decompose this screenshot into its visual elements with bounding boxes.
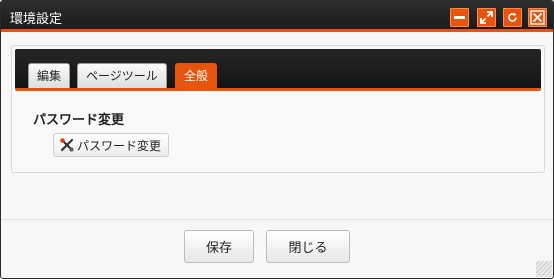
save-button[interactable]: 保存 xyxy=(184,230,254,263)
close-icon xyxy=(530,10,545,25)
refresh-button[interactable] xyxy=(503,8,522,27)
resize-grip[interactable] xyxy=(536,261,552,277)
tab-edit[interactable]: 編集 xyxy=(28,63,71,88)
maximize-button[interactable] xyxy=(477,8,496,27)
title-bar[interactable]: 環境設定 xyxy=(1,1,553,32)
change-password-button[interactable]: パスワード変更 xyxy=(53,133,169,157)
tab-page-tools[interactable]: ページツール xyxy=(77,63,167,88)
settings-panel: 編集 ページツール 全般 パスワード変更 パスワード変更 xyxy=(11,45,545,173)
refresh-icon xyxy=(508,12,517,22)
tools-icon xyxy=(60,138,74,152)
footer-divider xyxy=(1,219,553,220)
tab-general[interactable]: 全般 xyxy=(175,63,218,88)
settings-window: 環境設定 編集 ページツール 全般 パスワード変更 パスワード変更 保存 閉じる xyxy=(0,0,554,279)
minimize-icon xyxy=(454,16,465,19)
maximize-icon xyxy=(480,11,493,24)
close-button[interactable] xyxy=(528,8,547,27)
close-dialog-button[interactable]: 閉じる xyxy=(266,230,350,263)
minimize-button[interactable] xyxy=(450,8,469,27)
window-title: 環境設定 xyxy=(10,12,63,27)
tab-bar: 編集 ページツール 全般 xyxy=(15,49,541,91)
change-password-label: パスワード変更 xyxy=(77,138,162,153)
password-section-title: パスワード変更 xyxy=(33,113,125,128)
